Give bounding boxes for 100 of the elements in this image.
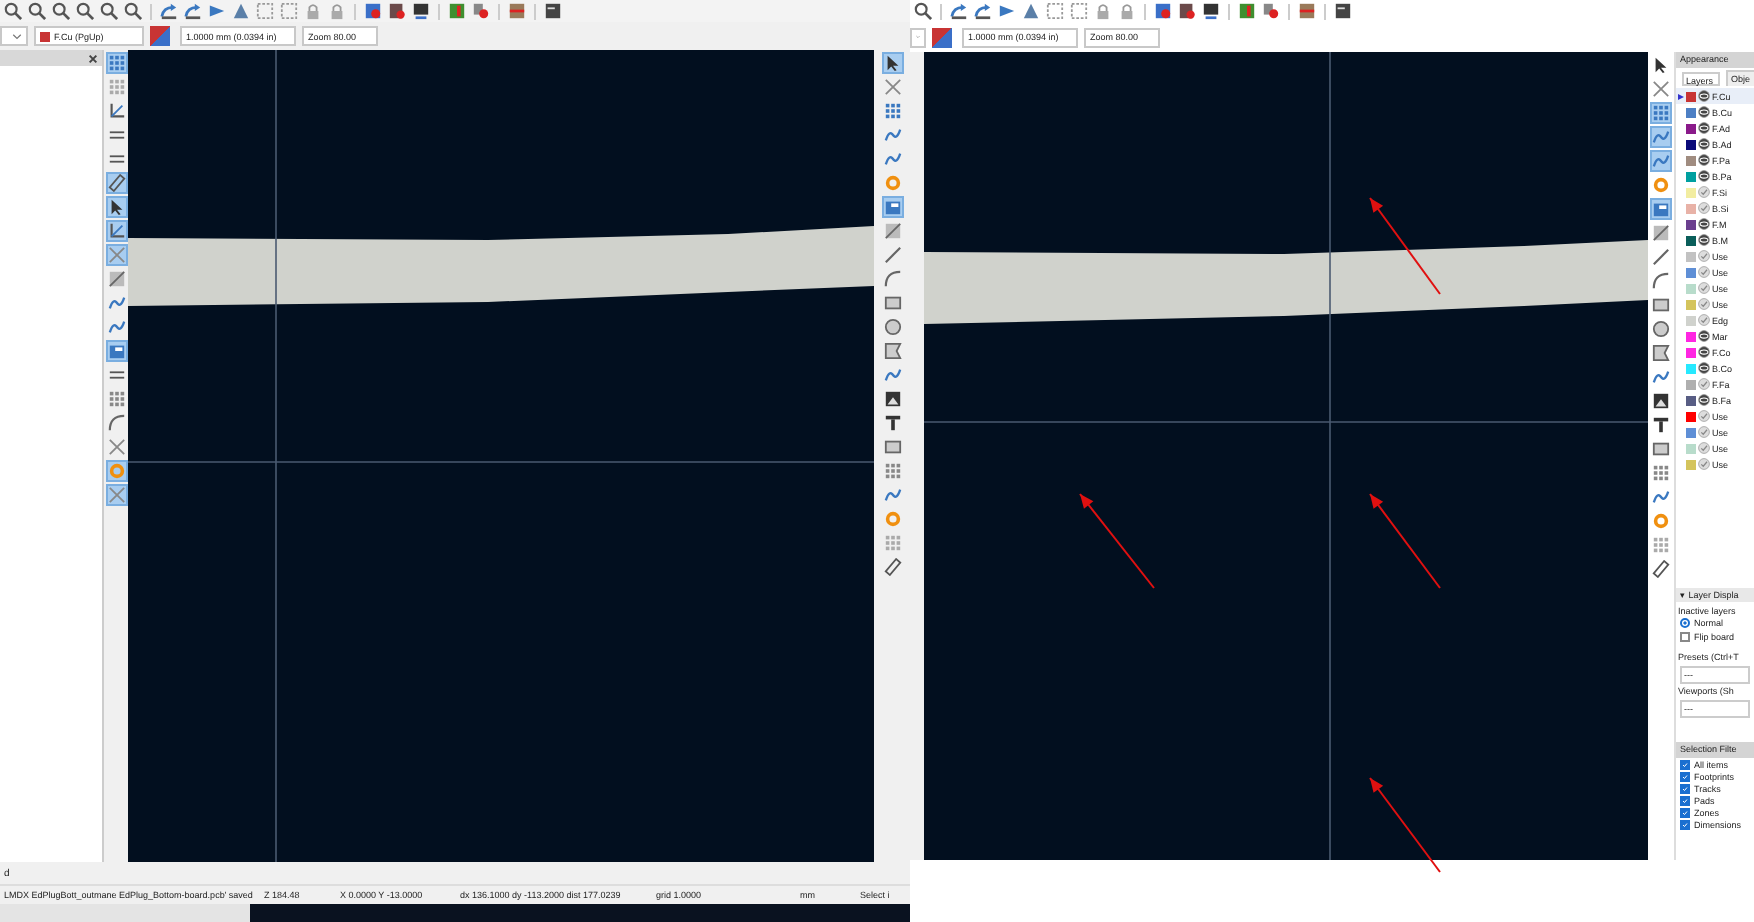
curved-arrow-icon[interactable] — [184, 2, 202, 20]
padlock-icon[interactable] — [1118, 2, 1136, 20]
wave-line-icon — [883, 366, 901, 384]
check-icon[interactable] — [1698, 378, 1710, 390]
layer-pair-swatch[interactable] — [150, 26, 170, 46]
magnifier-icon[interactable] — [28, 2, 46, 20]
eye-icon[interactable] — [1698, 362, 1710, 374]
magnifier-icon[interactable] — [52, 2, 70, 20]
pcb-canvas[interactable] — [924, 52, 1648, 860]
eye-icon[interactable] — [1698, 154, 1710, 166]
tee-icon — [1652, 416, 1670, 434]
magnifier-icon[interactable] — [100, 2, 118, 20]
annotation-arrow — [1369, 197, 1441, 295]
check-icon[interactable] — [1698, 314, 1710, 326]
tool-button[interactable] — [1650, 558, 1672, 580]
lines-icon — [107, 126, 125, 144]
cursor-icon — [1652, 56, 1670, 74]
monitor-icon[interactable] — [412, 2, 430, 20]
magnifier-icon[interactable] — [914, 2, 932, 20]
check-icon[interactable] — [1698, 410, 1710, 422]
checkbox[interactable] — [1680, 783, 1690, 793]
square-icon — [883, 438, 901, 456]
tool-button[interactable] — [1650, 342, 1672, 364]
dot-grid-icon — [1652, 536, 1670, 554]
dashed-square-icon[interactable] — [1046, 2, 1064, 20]
tool-button[interactable] — [1650, 438, 1672, 460]
terminal-icon[interactable] — [544, 2, 562, 20]
padlock-icon[interactable] — [328, 2, 346, 20]
padlock-icon[interactable] — [304, 2, 322, 20]
eye-icon[interactable] — [1698, 394, 1710, 406]
layer-pair-swatch[interactable] — [932, 27, 952, 47]
pcb-canvas[interactable] — [128, 50, 874, 862]
tool-button[interactable] — [1650, 270, 1672, 292]
checkbox[interactable] — [1680, 631, 1690, 641]
eye-icon[interactable] — [1698, 218, 1710, 230]
curved-arrow-icon[interactable] — [950, 2, 968, 20]
check-icon[interactable] — [1698, 266, 1710, 278]
tool-button[interactable] — [105, 100, 127, 122]
wave-line-icon — [883, 150, 901, 168]
checkbox[interactable] — [1680, 771, 1690, 781]
checkbox[interactable] — [1680, 819, 1690, 829]
magnifier-icon[interactable] — [4, 2, 22, 20]
checkbox[interactable] — [1680, 795, 1690, 805]
tool-button[interactable] — [105, 196, 127, 218]
check-icon[interactable] — [1698, 202, 1710, 214]
check-icon[interactable] — [1698, 298, 1710, 310]
tool-button[interactable] — [881, 52, 903, 74]
dashed-square-icon[interactable] — [280, 2, 298, 20]
tool-button[interactable] — [1650, 390, 1672, 412]
tool-button[interactable] — [105, 220, 127, 242]
check-icon[interactable] — [1698, 282, 1710, 294]
cursor-icon — [107, 198, 125, 216]
checkbox[interactable] — [1680, 759, 1690, 769]
eye-icon[interactable] — [1698, 106, 1710, 118]
cursor-icon — [883, 54, 901, 72]
radio-button[interactable] — [1680, 618, 1690, 628]
tool-button[interactable] — [1650, 414, 1672, 436]
tool-button[interactable] — [1650, 246, 1672, 268]
tool-button[interactable] — [1650, 294, 1672, 316]
tool-button[interactable] — [1650, 222, 1672, 244]
board-icon[interactable] — [364, 2, 382, 20]
eye-icon[interactable] — [1698, 234, 1710, 246]
magnifier-icon[interactable] — [124, 2, 142, 20]
monitor-icon[interactable] — [1202, 2, 1220, 20]
tool-button[interactable] — [881, 412, 903, 434]
triangle-icon[interactable] — [232, 2, 250, 20]
terminal-icon[interactable] — [1334, 2, 1352, 20]
close-icon[interactable] — [88, 53, 98, 63]
wave-line-icon — [883, 486, 901, 504]
tool-button[interactable] — [105, 172, 127, 194]
wave-line-icon — [1652, 128, 1670, 146]
checkbox[interactable] — [1680, 807, 1690, 817]
curved-arrow-icon[interactable] — [974, 2, 992, 20]
padlock-icon[interactable] — [1094, 2, 1112, 20]
dashed-square-icon[interactable] — [256, 2, 274, 20]
eye-icon[interactable] — [1698, 330, 1710, 342]
check-icon[interactable] — [1698, 458, 1710, 470]
circle-icon — [1652, 320, 1670, 338]
ruler-icon — [1652, 560, 1670, 578]
triangle-icon[interactable] — [1022, 2, 1040, 20]
tool-button[interactable] — [881, 556, 903, 578]
tool-button[interactable] — [1650, 54, 1672, 76]
eye-icon[interactable] — [1698, 170, 1710, 182]
eye-icon[interactable] — [1698, 346, 1710, 358]
board-icon[interactable] — [1154, 2, 1172, 20]
dropdown[interactable] — [0, 26, 28, 46]
check-icon[interactable] — [1698, 250, 1710, 262]
eye-icon[interactable] — [1698, 122, 1710, 134]
tool-button[interactable] — [1650, 318, 1672, 340]
eye-icon[interactable] — [1698, 138, 1710, 150]
check-icon[interactable] — [1698, 186, 1710, 198]
check-icon[interactable] — [1698, 442, 1710, 454]
tool-button[interactable] — [881, 388, 903, 410]
annotation-arrow — [1079, 493, 1155, 589]
check-icon[interactable] — [1698, 426, 1710, 438]
table-icon — [883, 462, 901, 480]
curved-arrow-icon[interactable] — [160, 2, 178, 20]
dashed-square-icon[interactable] — [1070, 2, 1088, 20]
magnifier-icon[interactable] — [76, 2, 94, 20]
eye-icon[interactable] — [1698, 90, 1710, 102]
